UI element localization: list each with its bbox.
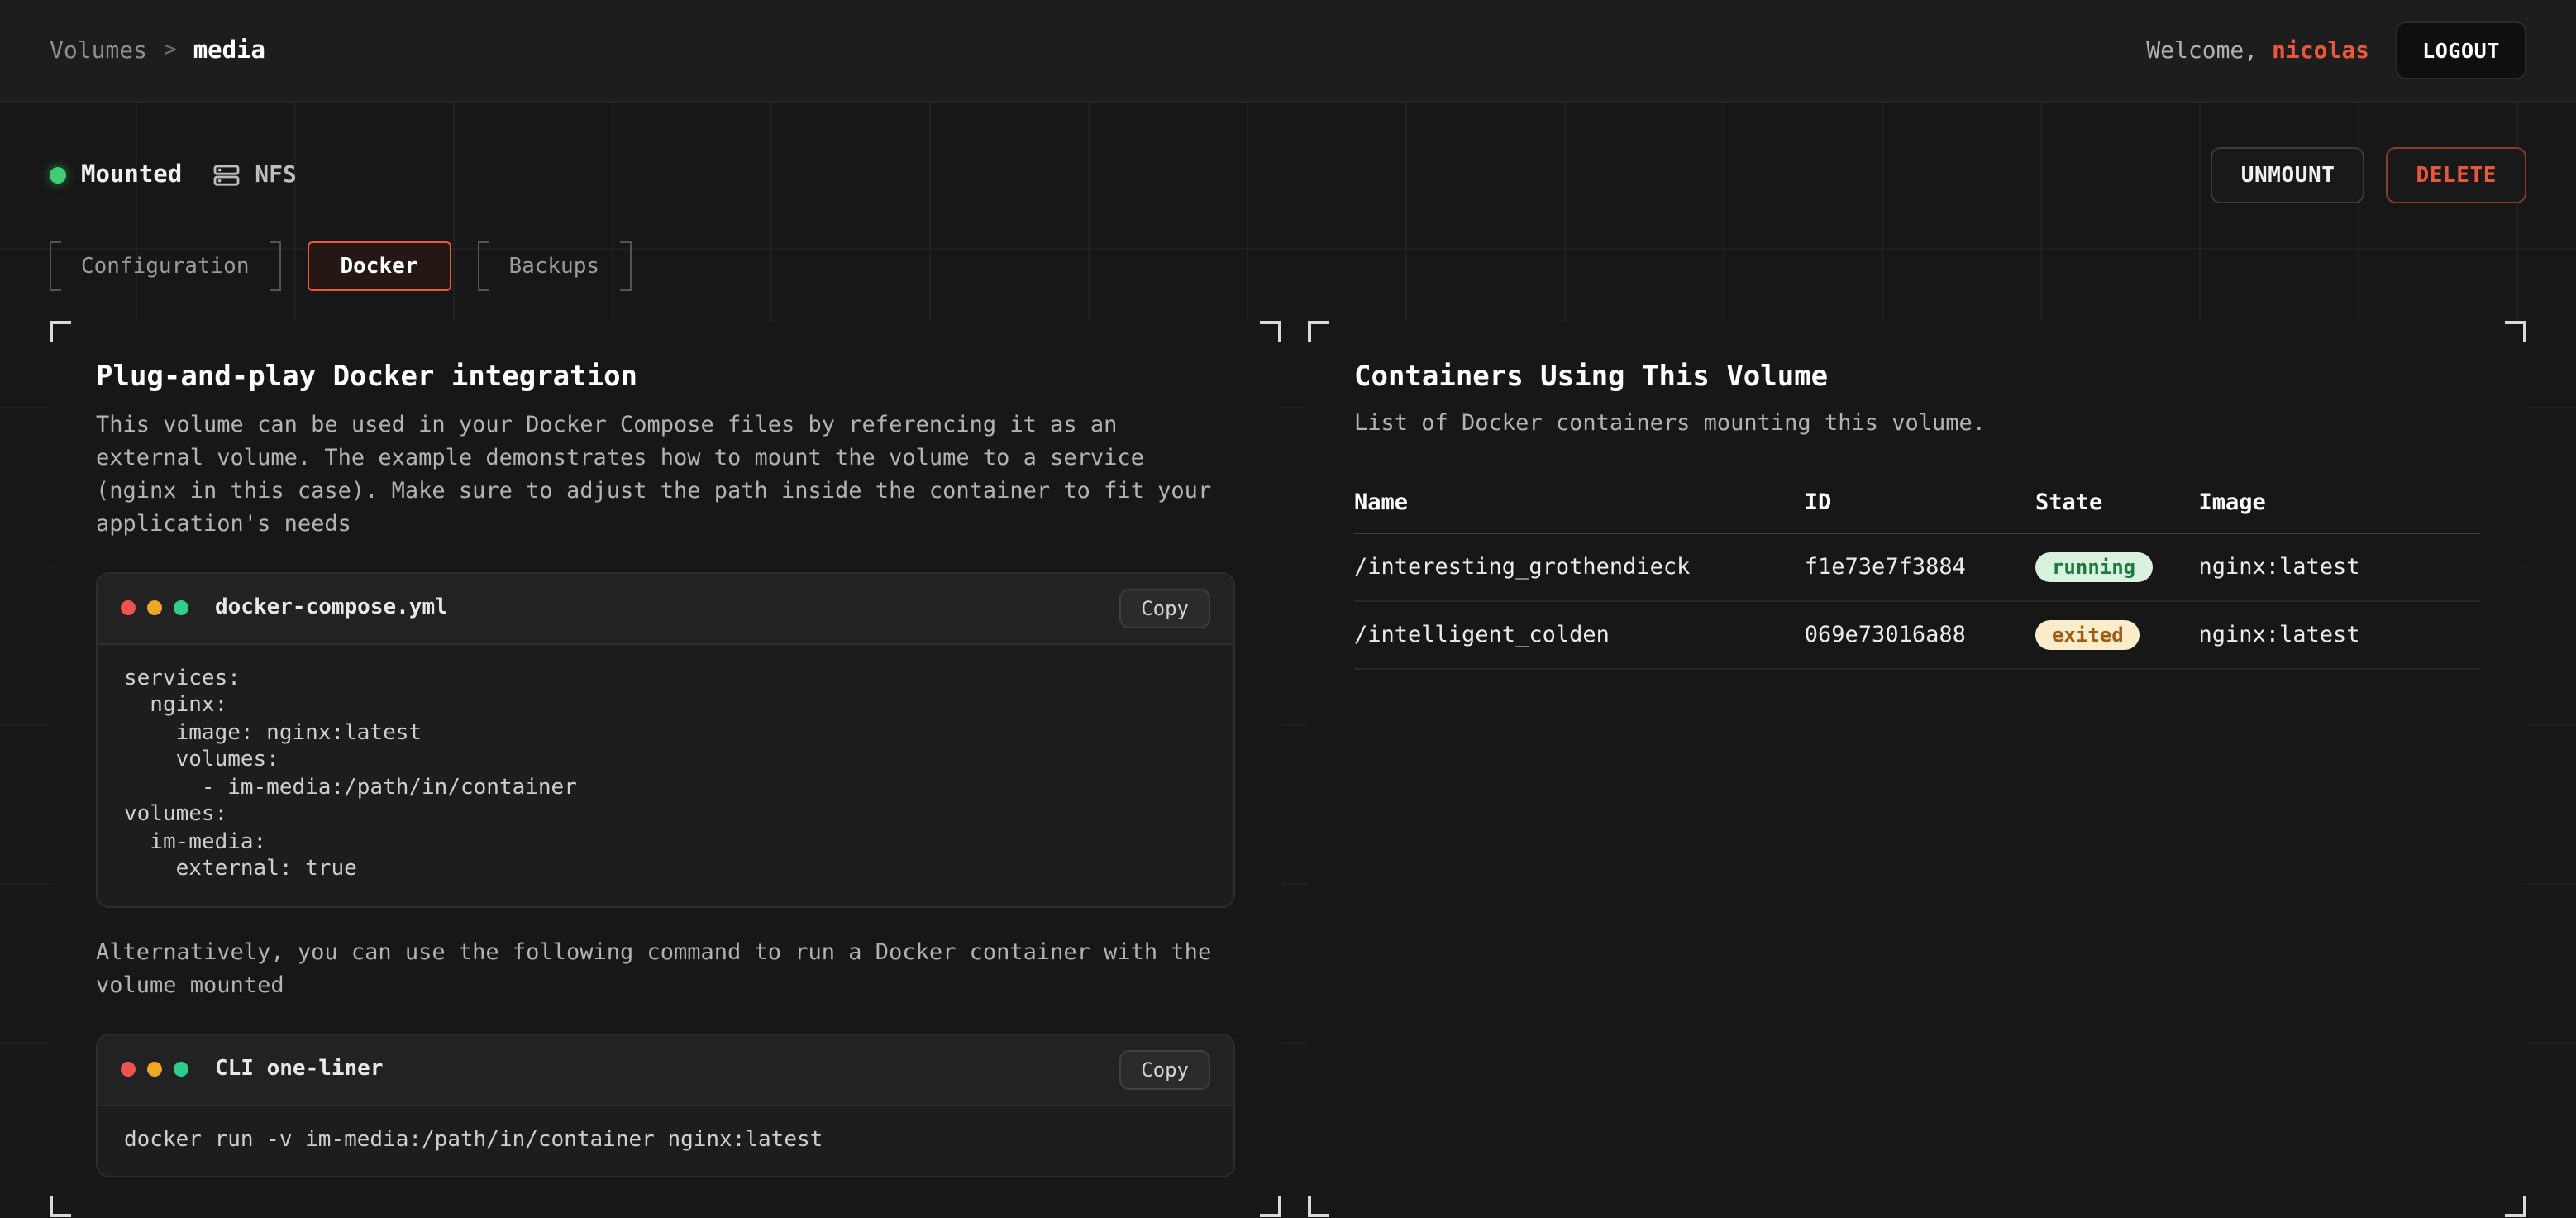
cli-intro-text: Alternatively, you can use the following…	[96, 938, 1235, 1004]
corner-marker	[50, 1197, 71, 1218]
tab-backups[interactable]: Backups	[477, 241, 631, 291]
corner-marker	[2505, 321, 2526, 342]
username: nicolas	[2272, 37, 2369, 64]
column-header-name: Name	[1354, 473, 1805, 533]
table-header-row: Name ID State Image	[1354, 473, 2480, 533]
copy-compose-button[interactable]: Copy	[1119, 589, 1210, 628]
tab-configuration-label: Configuration	[76, 254, 255, 279]
code-filename: docker-compose.yml	[215, 596, 448, 621]
tab-docker-label: Docker	[336, 254, 423, 279]
container-state: running	[2035, 533, 2198, 601]
panel-description: This volume can be used in your Docker C…	[96, 410, 1235, 542]
nfs-server-icon	[213, 162, 240, 189]
volume-actions: UNMOUNT DELETE	[2211, 147, 2526, 203]
table-row[interactable]: /interesting_grothendieck f1e73e7f3884 r…	[1354, 533, 2480, 601]
corner-marker	[1308, 321, 1329, 342]
tab-backups-label: Backups	[503, 254, 604, 279]
panel-subtitle: List of Docker containers mounting this …	[1354, 410, 2480, 437]
volume-status: Mounted NFS	[50, 162, 297, 189]
copy-cli-button[interactable]: Copy	[1119, 1050, 1210, 1090]
traffic-light-yellow-icon	[147, 601, 162, 616]
corner-marker	[1260, 321, 1281, 342]
corner-marker	[1260, 1197, 1281, 1218]
logout-button[interactable]: LOGOUT	[2396, 21, 2526, 79]
container-name: /intelligent_colden	[1354, 601, 1805, 669]
status-badge: running	[2035, 552, 2152, 582]
column-header-state: State	[2035, 473, 2198, 533]
column-header-image: Image	[2198, 473, 2480, 533]
breadcrumb-separator: >	[164, 38, 177, 63]
container-name: /interesting_grothendieck	[1354, 533, 1805, 601]
welcome-prefix: Welcome,	[2146, 37, 2258, 64]
delete-button[interactable]: DELETE	[2386, 147, 2526, 203]
topbar: Volumes > media Welcome, nicolas LOGOUT	[0, 0, 2576, 103]
main-content: Mounted NFS UNMOUNT DELETE	[0, 103, 2576, 1194]
protocol-label: NFS	[255, 162, 297, 189]
compose-code-card: docker-compose.yml Copy services: nginx:…	[96, 572, 1235, 908]
panel-title: Plug-and-play Docker integration	[96, 361, 1235, 394]
traffic-light-green-icon	[174, 601, 188, 616]
code-card-header: CLI one-liner Copy	[98, 1035, 1233, 1106]
panels: Plug-and-play Docker integration This vo…	[50, 321, 2526, 1218]
panel-title: Containers Using This Volume	[1354, 361, 2480, 394]
corner-marker	[50, 321, 71, 342]
status-badge: exited	[2035, 620, 2140, 650]
table-row[interactable]: /intelligent_colden 069e73016a88 exited …	[1354, 601, 2480, 669]
containers-panel: Containers Using This Volume List of Doc…	[1308, 321, 2526, 1218]
tab-configuration[interactable]: Configuration	[50, 241, 281, 291]
breadcrumb-volumes-link[interactable]: Volumes	[50, 37, 147, 64]
code-card-header: docker-compose.yml Copy	[98, 574, 1233, 645]
compose-code: services: nginx: image: nginx:latest vol…	[98, 645, 1233, 906]
topbar-right: Welcome, nicolas LOGOUT	[2146, 21, 2526, 79]
cli-code-card: CLI one-liner Copy docker run -v im-medi…	[96, 1034, 1235, 1178]
breadcrumb: Volumes > media	[50, 37, 265, 64]
tab-bar: Configuration Docker Backups	[50, 241, 2526, 291]
traffic-light-yellow-icon	[147, 1063, 162, 1077]
bracket-right-icon	[270, 241, 281, 291]
traffic-light-green-icon	[174, 1063, 188, 1077]
page: Volumes > media Welcome, nicolas LOGOUT …	[0, 0, 2576, 1194]
bracket-left-icon	[50, 241, 61, 291]
corner-marker	[1308, 1197, 1329, 1218]
container-image: nginx:latest	[2198, 601, 2480, 669]
breadcrumb-current: media	[193, 37, 265, 64]
bracket-left-icon	[477, 241, 489, 291]
traffic-light-red-icon	[121, 1063, 136, 1077]
unmount-button[interactable]: UNMOUNT	[2211, 147, 2365, 203]
code-filename: CLI one-liner	[215, 1058, 384, 1082]
cli-code: docker run -v im-media:/path/in/containe…	[98, 1106, 1233, 1177]
tab-docker[interactable]: Docker	[308, 241, 451, 291]
container-id: f1e73e7f3884	[1805, 533, 2035, 601]
corner-marker	[2505, 1197, 2526, 1218]
containers-table: Name ID State Image /interesting_grothen…	[1354, 473, 2480, 670]
docker-integration-panel: Plug-and-play Docker integration This vo…	[50, 321, 1281, 1218]
status-row: Mounted NFS UNMOUNT DELETE	[50, 146, 2526, 205]
container-id: 069e73016a88	[1805, 601, 2035, 669]
container-image: nginx:latest	[2198, 533, 2480, 601]
container-state: exited	[2035, 601, 2198, 669]
mounted-status-dot	[50, 167, 66, 184]
traffic-light-red-icon	[121, 601, 136, 616]
welcome-text: Welcome, nicolas	[2146, 37, 2369, 64]
column-header-id: ID	[1805, 473, 2035, 533]
mounted-label: Mounted	[81, 162, 182, 189]
bracket-right-icon	[619, 241, 631, 291]
